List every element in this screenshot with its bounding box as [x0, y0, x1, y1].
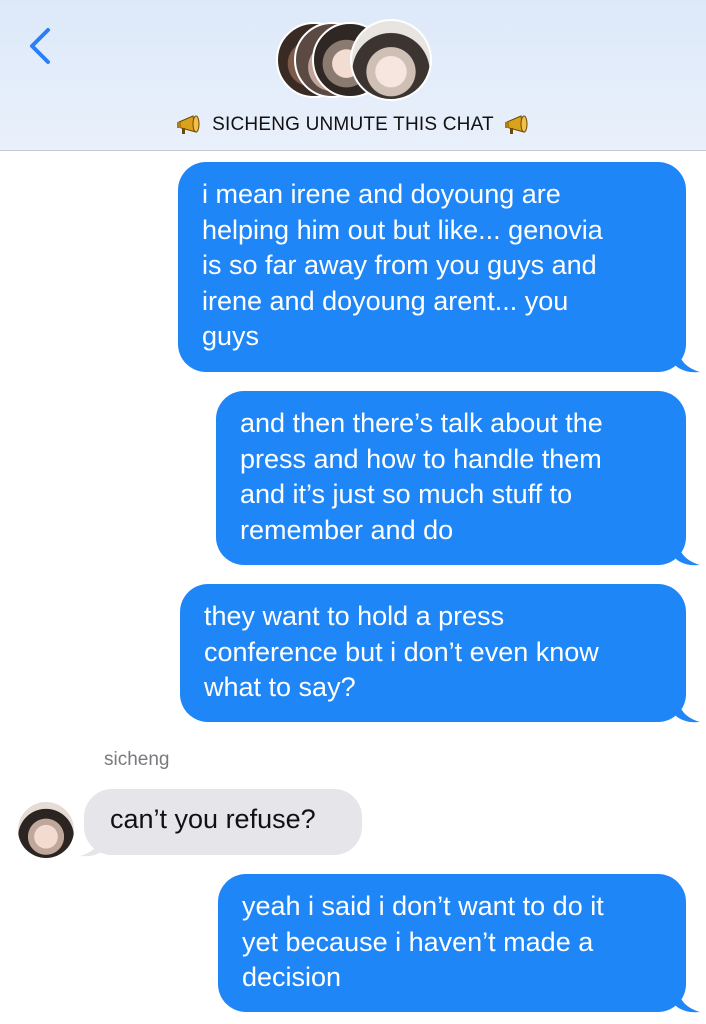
chat-title-row[interactable]: SICHENG UNMUTE THIS CHAT — [0, 114, 706, 136]
message-text: is so far away from you guys and — [202, 250, 597, 280]
message-text: and it’s just so much stuff to — [240, 479, 573, 509]
incoming-message[interactable]: can’t you refuse? — [84, 789, 362, 855]
group-avatars[interactable] — [276, 19, 436, 102]
avatar[interactable] — [18, 802, 74, 858]
message-text: what to say? — [204, 672, 356, 702]
message-text: they want to hold a press — [204, 601, 505, 631]
bubble-tail — [676, 982, 700, 1013]
sender-name: sicheng — [104, 749, 170, 770]
outgoing-message[interactable]: i mean irene and doyoung are helping him… — [178, 162, 686, 372]
megaphone-icon — [504, 115, 528, 134]
outgoing-message[interactable]: and then there’s talk about the press an… — [216, 391, 686, 565]
message-text: yeah i said i don’t want to do it — [242, 891, 604, 921]
outgoing-message[interactable]: they want to hold a press conference but… — [180, 584, 686, 722]
message-text: yet because i haven’t made a — [242, 926, 594, 957]
message-text: can’t you refuse? — [110, 804, 316, 834]
bubble-tail — [676, 692, 700, 723]
bubble-tail — [676, 535, 700, 566]
message-text: helping him out but like... genovia — [202, 214, 603, 245]
chevron-left-icon[interactable] — [22, 26, 62, 66]
bubble-tail — [676, 342, 700, 373]
bubble-tail — [80, 826, 104, 857]
message-text: irene and doyoung arent... you — [202, 285, 569, 316]
chat-title: SICHENG UNMUTE THIS CHAT — [212, 114, 494, 135]
outgoing-message[interactable]: yeah i said i don’t want to do it yet be… — [218, 874, 686, 1012]
message-text: remember and do — [240, 514, 454, 545]
megaphone-icon — [177, 115, 200, 134]
message-text: and then there’s talk about the — [240, 408, 603, 438]
message-text: guys — [202, 321, 260, 351]
chat-header: SICHENG UNMUTE THIS CHAT — [0, 0, 706, 151]
message-text: press and how to handle them — [240, 443, 602, 474]
avatar — [350, 19, 432, 101]
message-text: decision — [242, 962, 342, 992]
message-text: conference but i don’t even know — [204, 636, 599, 667]
message-text: i mean irene and doyoung are — [202, 179, 561, 209]
